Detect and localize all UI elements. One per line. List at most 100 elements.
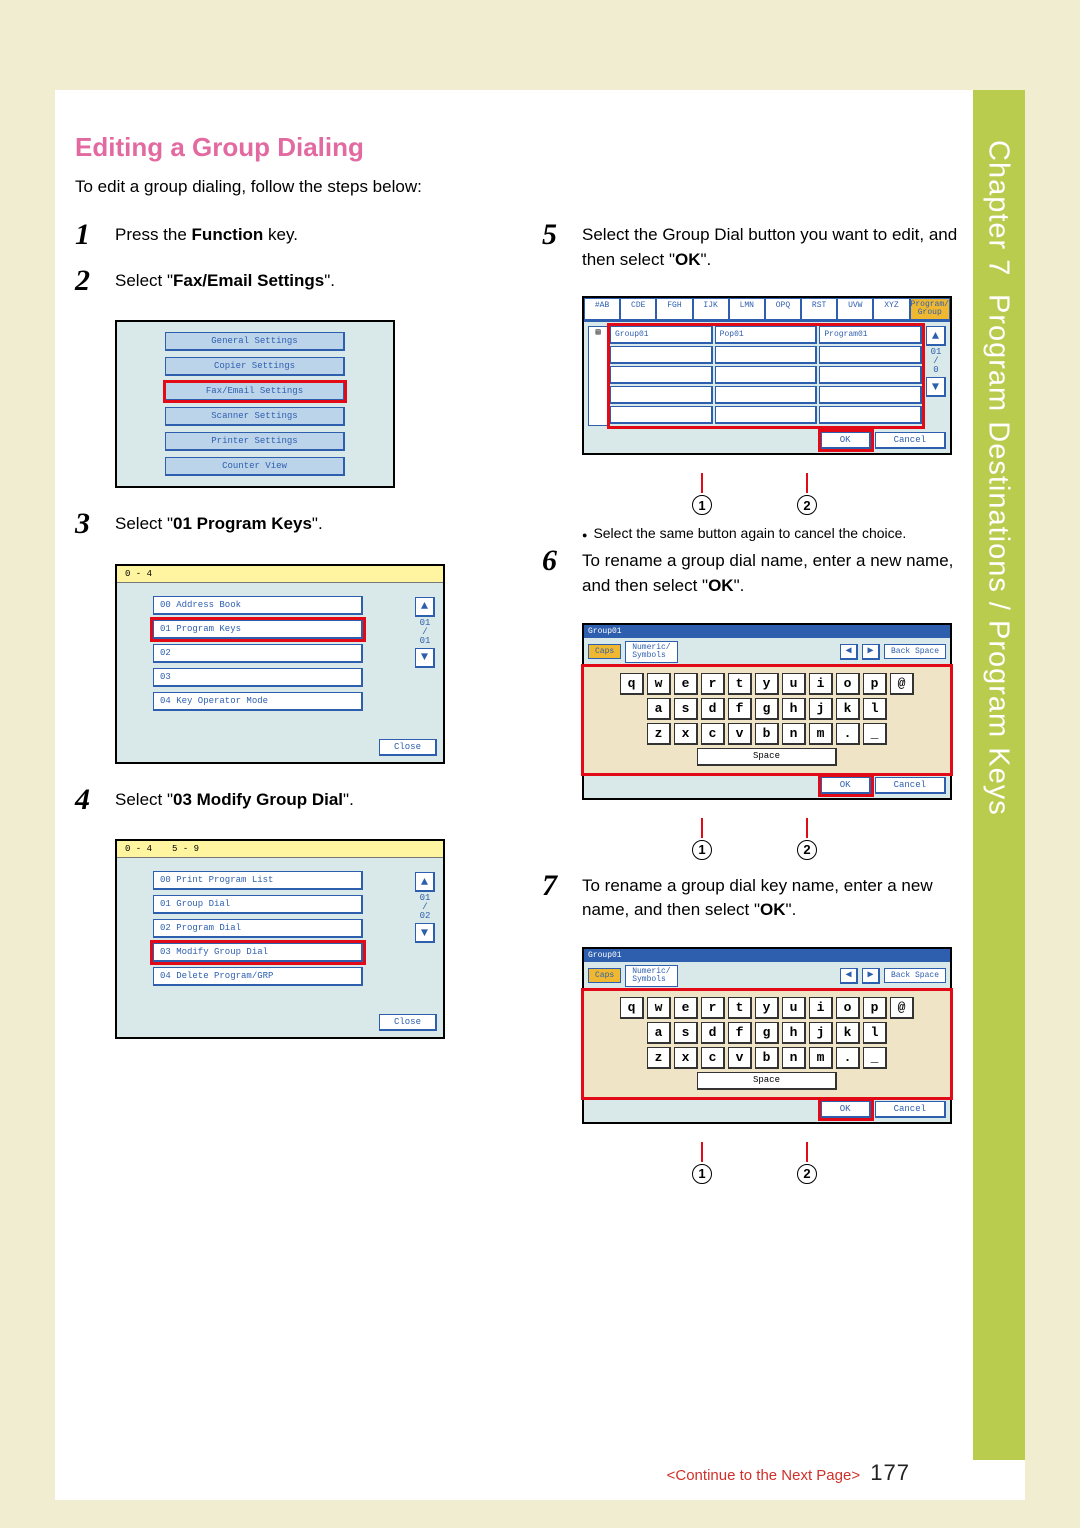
close-button[interactable]: Close xyxy=(379,1014,437,1031)
keyboard-key[interactable]: r xyxy=(701,673,725,695)
space-key[interactable]: Space xyxy=(697,748,837,766)
keyboard-key[interactable]: j xyxy=(809,698,833,720)
grid-cell[interactable] xyxy=(610,386,713,404)
keyboard-key[interactable]: y xyxy=(755,997,779,1019)
keyboard-key[interactable]: @ xyxy=(890,673,914,695)
kb-tab-caps[interactable]: Caps xyxy=(588,968,621,983)
grid-cell[interactable] xyxy=(715,386,818,404)
close-button[interactable]: Close xyxy=(379,739,437,756)
menu-item[interactable]: General Settings xyxy=(165,332,345,351)
keyboard-key[interactable]: m xyxy=(809,1047,833,1069)
grid-cell[interactable] xyxy=(610,346,713,364)
keyboard-key[interactable]: e xyxy=(674,997,698,1019)
alpha-tab[interactable]: OPQ xyxy=(765,298,801,321)
scroll-up-icon[interactable]: ▲ xyxy=(415,597,435,617)
grid-cell[interactable]: Program01 xyxy=(819,326,922,344)
keyboard-key[interactable]: _ xyxy=(863,1047,887,1069)
scroll-down-icon[interactable]: ▼ xyxy=(926,377,946,397)
keyboard-key[interactable]: x xyxy=(674,723,698,745)
cancel-button[interactable]: Cancel xyxy=(875,1101,946,1118)
list-item[interactable]: 00 Address Book xyxy=(153,596,363,615)
grid-cell[interactable] xyxy=(819,366,922,384)
cancel-button[interactable]: Cancel xyxy=(875,777,946,794)
grid-cell[interactable] xyxy=(715,366,818,384)
space-key[interactable]: Space xyxy=(697,1072,837,1090)
backspace-button[interactable]: Back Space xyxy=(884,968,946,983)
alpha-tab[interactable]: IJK xyxy=(693,298,729,321)
keyboard-key[interactable]: h xyxy=(782,698,806,720)
keyboard-key[interactable]: e xyxy=(674,673,698,695)
keyboard-key[interactable]: a xyxy=(647,698,671,720)
keyboard-key[interactable]: i xyxy=(809,673,833,695)
cancel-button[interactable]: Cancel xyxy=(875,432,946,449)
keyboard-key[interactable]: o xyxy=(836,997,860,1019)
cursor-right-icon[interactable]: ▶ xyxy=(862,644,880,660)
cursor-left-icon[interactable]: ◀ xyxy=(840,968,858,984)
scroll-down-icon[interactable]: ▼ xyxy=(415,923,435,943)
keyboard-key[interactable]: w xyxy=(647,997,671,1019)
list-item[interactable]: 04 Delete Program/GRP xyxy=(153,967,363,986)
keyboard-key[interactable]: g xyxy=(755,698,779,720)
keyboard-key[interactable]: j xyxy=(809,1022,833,1044)
scroll-down-icon[interactable]: ▼ xyxy=(415,648,435,668)
keyboard-key[interactable]: u xyxy=(782,673,806,695)
grid-cell[interactable]: Group01 xyxy=(610,326,713,344)
grid-cell[interactable] xyxy=(715,346,818,364)
keyboard-key[interactable]: g xyxy=(755,1022,779,1044)
keyboard-key[interactable]: k xyxy=(836,1022,860,1044)
keyboard-key[interactable]: v xyxy=(728,723,752,745)
cursor-left-icon[interactable]: ◀ xyxy=(840,644,858,660)
list-item[interactable]: 02 xyxy=(153,644,363,663)
cursor-right-icon[interactable]: ▶ xyxy=(862,968,880,984)
keyboard-key[interactable]: d xyxy=(701,698,725,720)
keyboard-key[interactable]: . xyxy=(836,1047,860,1069)
tab[interactable]: 0 - 4 xyxy=(125,844,152,854)
keyboard-key[interactable]: d xyxy=(701,1022,725,1044)
keyboard-key[interactable]: f xyxy=(728,698,752,720)
ok-button[interactable]: OK xyxy=(821,432,871,449)
keyboard-key[interactable]: z xyxy=(647,1047,671,1069)
continue-link[interactable]: <Continue to the Next Page> xyxy=(667,1467,860,1484)
kb-tab-numeric[interactable]: Numeric/ Symbols xyxy=(625,965,677,987)
keyboard-key[interactable]: n xyxy=(782,723,806,745)
keyboard-key[interactable]: x xyxy=(674,1047,698,1069)
keyboard-key[interactable]: p xyxy=(863,673,887,695)
grid-cell[interactable]: Pop01 xyxy=(715,326,818,344)
backspace-button[interactable]: Back Space xyxy=(884,644,946,659)
keyboard-key[interactable]: u xyxy=(782,997,806,1019)
keyboard-key[interactable]: h xyxy=(782,1022,806,1044)
keyboard-key[interactable]: f xyxy=(728,1022,752,1044)
ok-button[interactable]: OK xyxy=(821,777,871,794)
keyboard-key[interactable]: a xyxy=(647,1022,671,1044)
menu-item[interactable]: Copier Settings xyxy=(165,357,345,376)
scroll-up-icon[interactable]: ▲ xyxy=(415,872,435,892)
scroll-up-icon[interactable]: ▲ xyxy=(926,326,946,346)
alpha-tab[interactable]: #AB xyxy=(584,298,620,321)
list-item[interactable]: 04 Key Operator Mode xyxy=(153,692,363,711)
kb-tab-caps[interactable]: Caps xyxy=(588,644,621,659)
menu-item[interactable]: Printer Settings xyxy=(165,432,345,451)
kb-tab-numeric[interactable]: Numeric/ Symbols xyxy=(625,641,677,663)
tab[interactable]: 5 - 9 xyxy=(172,844,199,854)
keyboard-key[interactable]: q xyxy=(620,673,644,695)
keyboard-key[interactable]: b xyxy=(755,1047,779,1069)
keyboard-key[interactable]: s xyxy=(674,1022,698,1044)
keyboard-key[interactable]: t xyxy=(728,673,752,695)
grid-cell[interactable] xyxy=(819,346,922,364)
keyboard-key[interactable]: c xyxy=(701,1047,725,1069)
keyboard-key[interactable]: p xyxy=(863,997,887,1019)
tab[interactable]: 0 - 4 xyxy=(125,569,152,579)
grid-cell[interactable] xyxy=(715,406,818,424)
alpha-tab[interactable]: CDE xyxy=(620,298,656,321)
keyboard-key[interactable]: n xyxy=(782,1047,806,1069)
keyboard-key[interactable]: m xyxy=(809,723,833,745)
ok-button[interactable]: OK xyxy=(821,1101,871,1118)
keyboard-key[interactable]: l xyxy=(863,1022,887,1044)
keyboard-key[interactable]: z xyxy=(647,723,671,745)
keyboard-key[interactable]: k xyxy=(836,698,860,720)
list-item[interactable]: 00 Print Program List xyxy=(153,871,363,890)
keyboard-key[interactable]: t xyxy=(728,997,752,1019)
alpha-tab[interactable]: RST xyxy=(801,298,837,321)
list-item-highlighted[interactable]: 01 Program Keys xyxy=(153,620,363,639)
grid-cell[interactable] xyxy=(819,406,922,424)
